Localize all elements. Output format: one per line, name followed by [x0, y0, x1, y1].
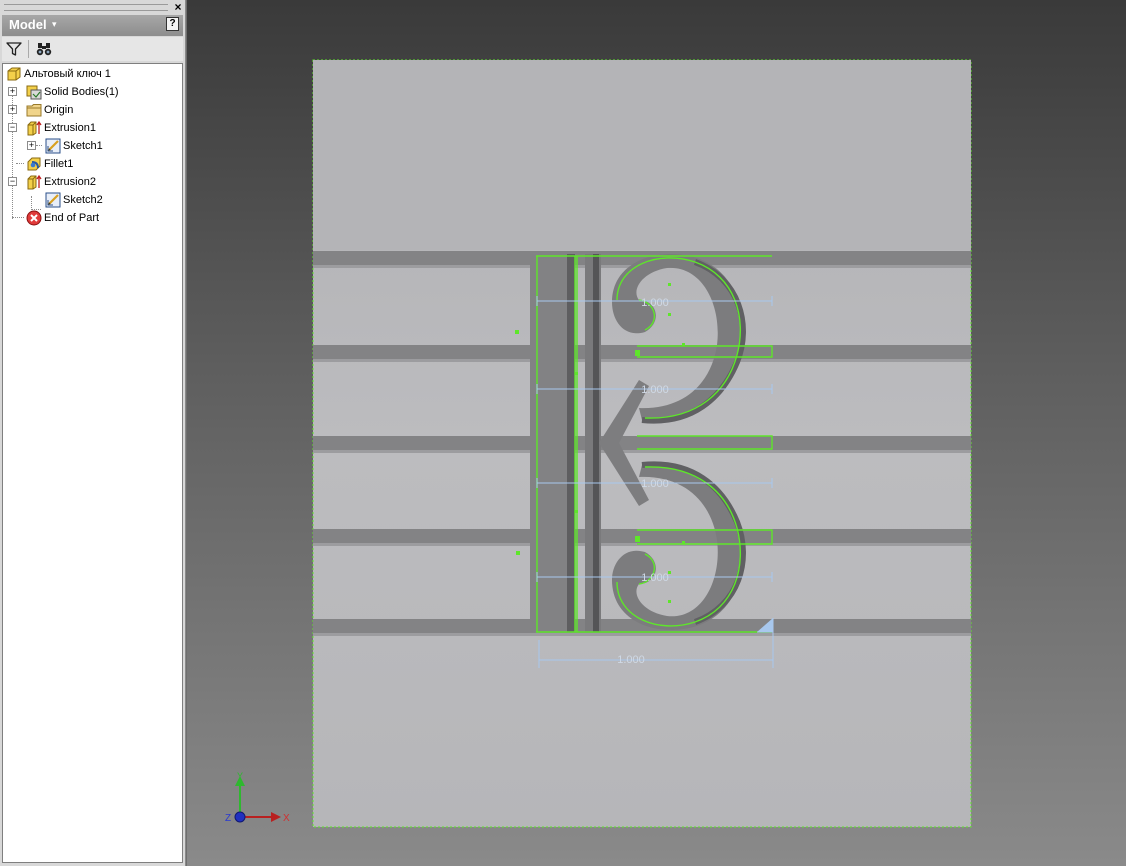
tree-node-label: Fillet1	[44, 158, 74, 170]
tree-node-label: Extrusion1	[44, 122, 96, 134]
sketch-icon	[45, 138, 61, 154]
triad-axis-label: X	[283, 813, 290, 824]
triad-axis-label: Y	[237, 771, 243, 781]
triad-axis-label: Z	[225, 813, 231, 824]
staff-line[interactable]	[313, 529, 971, 543]
filter-icon[interactable]	[5, 40, 23, 58]
browser-toolbar	[2, 37, 183, 61]
tree-node-label: Sketch2	[63, 194, 103, 206]
tree-connector	[31, 196, 32, 210]
view-triad[interactable]: Y X Z	[211, 770, 291, 840]
plate-upper-face	[313, 60, 971, 250]
folder-icon	[26, 104, 42, 117]
fillet-icon	[27, 157, 41, 171]
sketch-icon	[45, 192, 61, 208]
tree-node-label: End of Part	[44, 212, 100, 224]
tree-node-label: Sketch1	[63, 140, 103, 152]
tree-connector	[12, 217, 24, 218]
dimension-label[interactable]: 1.000	[641, 384, 669, 396]
extrusion-icon	[27, 174, 42, 190]
close-panel-button[interactable]: ×	[172, 0, 184, 14]
tree-connector	[16, 163, 24, 164]
toolbar-separator	[28, 40, 29, 58]
tree-connector	[36, 145, 42, 146]
solid-bodies-icon	[26, 85, 42, 100]
tree-node-label: Origin	[44, 104, 74, 116]
part-icon	[7, 67, 21, 81]
expand-toggle[interactable]: +	[27, 141, 36, 150]
staff-line[interactable]	[313, 436, 971, 450]
panel-grip[interactable]	[4, 4, 168, 11]
tree-node-label: Solid Bodies(1)	[44, 86, 119, 98]
tree-node-label: Альтовый ключ 1	[24, 68, 111, 80]
panel-title: Model	[9, 17, 47, 32]
collapse-toggle[interactable]: −	[8, 123, 17, 132]
graphics-viewport[interactable]: 1.000 1.000 1.000 1.000 1.000 Y X Z	[187, 0, 1126, 866]
expand-toggle[interactable]: +	[8, 105, 17, 114]
dimension-label[interactable]: 1.000	[641, 297, 669, 309]
binoculars-icon[interactable]	[35, 40, 53, 58]
collapse-toggle[interactable]: −	[8, 177, 17, 186]
expand-toggle[interactable]: +	[8, 87, 17, 96]
model-scene: 1.000 1.000 1.000 1.000 1.000	[312, 59, 972, 828]
dimension-label[interactable]: 1.000	[617, 654, 645, 666]
dimension-label[interactable]: 1.000	[641, 572, 669, 584]
model-browser-panel: × Model ▾ ? Альтовый ключ 1 + Solid Bodi…	[0, 0, 186, 866]
extrusion-icon	[27, 120, 42, 136]
dimension-label[interactable]: 1.000	[641, 478, 669, 490]
model-tree: Альтовый ключ 1 + Solid Bodies(1) + Orig…	[2, 63, 183, 863]
chevron-down-icon[interactable]: ▾	[52, 19, 57, 30]
help-button[interactable]: ?	[166, 17, 179, 31]
tree-node-label: Extrusion2	[44, 176, 96, 188]
model-browser-header[interactable]: Model ▾ ?	[2, 15, 183, 36]
end-of-part-icon	[26, 210, 42, 226]
